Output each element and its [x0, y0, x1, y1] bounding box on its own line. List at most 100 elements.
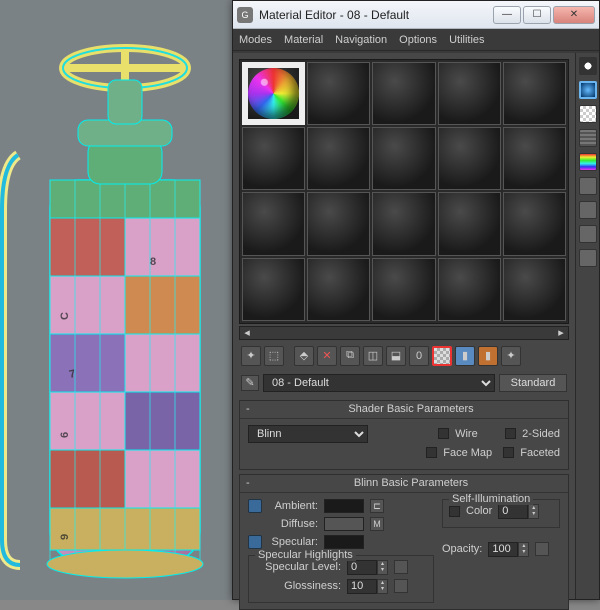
- put-to-library-button[interactable]: ⬓: [386, 346, 406, 366]
- material-toolbar: ✦ ⬚ ⬘ ✕ ⧉ ◫ ⬓ 0 ▮ ▮ ✦: [233, 340, 575, 372]
- specular-highlights-group: Specular Highlights Specular Level: ▴▾ G…: [248, 555, 434, 603]
- selfillum-color-label: Color: [466, 505, 492, 517]
- menu-navigation[interactable]: Navigation: [335, 34, 387, 46]
- sample-slot-12[interactable]: [307, 192, 370, 255]
- collapse-icon: -: [246, 477, 260, 489]
- twosided-checkbox[interactable]: [505, 428, 516, 439]
- sample-slot-20[interactable]: [503, 258, 566, 321]
- spec-level-spinner[interactable]: ▴▾: [347, 560, 388, 575]
- fire-extinguisher-model: 8 7 C 6 9: [0, 20, 240, 600]
- wire-label: Wire: [455, 428, 499, 440]
- selfillum-color-checkbox[interactable]: [449, 506, 460, 517]
- sample-slot-1[interactable]: [242, 62, 305, 125]
- sample-slot-11[interactable]: [242, 192, 305, 255]
- sample-slot-9[interactable]: [438, 127, 501, 190]
- make-copy-button[interactable]: ⧉: [340, 346, 360, 366]
- ambient-swatch[interactable]: [324, 499, 364, 513]
- ambient-label: Ambient:: [268, 500, 318, 512]
- titlebar[interactable]: G Material Editor - 08 - Default — ☐ ✕: [233, 1, 599, 29]
- ambient-lock-icon[interactable]: ⊏: [370, 499, 384, 513]
- sample-slot-4[interactable]: [438, 62, 501, 125]
- wire-checkbox[interactable]: [438, 428, 449, 439]
- sample-slot-18[interactable]: [372, 258, 435, 321]
- menu-utilities[interactable]: Utilities: [449, 34, 484, 46]
- sample-type-button[interactable]: [579, 57, 597, 75]
- slot-scrollbar[interactable]: ◂ ▸: [239, 326, 569, 340]
- sample-slot-8[interactable]: [372, 127, 435, 190]
- sample-slot-14[interactable]: [438, 192, 501, 255]
- background-button[interactable]: [579, 105, 597, 123]
- menu-modes[interactable]: Modes: [239, 34, 272, 46]
- shader-dropdown[interactable]: Blinn: [248, 425, 368, 443]
- gloss-spinner[interactable]: ▴▾: [347, 579, 388, 594]
- go-to-parent-button[interactable]: ▮: [478, 346, 498, 366]
- faceted-label: Faceted: [520, 447, 560, 459]
- reset-map-button[interactable]: ✕: [317, 346, 337, 366]
- close-button[interactable]: ✕: [553, 6, 595, 24]
- show-map-in-viewport-button[interactable]: [432, 346, 452, 366]
- facemap-checkbox[interactable]: [426, 447, 437, 458]
- sample-slot-10[interactable]: [503, 127, 566, 190]
- menu-options[interactable]: Options: [399, 34, 437, 46]
- sample-slot-6[interactable]: [242, 127, 305, 190]
- gloss-map-button[interactable]: [394, 579, 408, 593]
- material-name-dropdown[interactable]: 08 - Default: [263, 374, 495, 392]
- opacity-label: Opacity:: [442, 543, 482, 555]
- faceted-checkbox[interactable]: [503, 447, 514, 458]
- sample-slot-13[interactable]: [372, 192, 435, 255]
- sample-slot-3[interactable]: [372, 62, 435, 125]
- material-type-button[interactable]: Standard: [499, 374, 567, 392]
- scroll-right-icon[interactable]: ▸: [554, 326, 568, 339]
- sample-slot-5[interactable]: [503, 62, 566, 125]
- put-to-scene-button[interactable]: ⬚: [264, 346, 284, 366]
- material-map-navigator-button[interactable]: [579, 249, 597, 267]
- material-id-button[interactable]: 0: [409, 346, 429, 366]
- select-by-material-button[interactable]: [579, 225, 597, 243]
- svg-text:C: C: [59, 312, 71, 320]
- spec-level-map-button[interactable]: [394, 560, 408, 574]
- selfillum-spinner[interactable]: ▴▾: [498, 504, 539, 519]
- diffuse-swatch[interactable]: [324, 517, 364, 531]
- app-icon: G: [237, 7, 253, 23]
- scroll-left-icon[interactable]: ◂: [240, 326, 254, 339]
- sample-slot-7[interactable]: [307, 127, 370, 190]
- make-preview-button[interactable]: [579, 177, 597, 195]
- sample-slot-2[interactable]: [307, 62, 370, 125]
- shader-basic-rollup: - Shader Basic Parameters Blinn Wire 2-S…: [239, 400, 569, 470]
- options-button[interactable]: [579, 201, 597, 219]
- show-end-result-button[interactable]: ▮: [455, 346, 475, 366]
- backlight-button[interactable]: [579, 81, 597, 99]
- go-forward-button[interactable]: ✦: [501, 346, 521, 366]
- make-unique-button[interactable]: ◫: [363, 346, 383, 366]
- sample-uv-button[interactable]: [579, 129, 597, 147]
- specular-lock-button[interactable]: [248, 535, 262, 549]
- specular-swatch[interactable]: [324, 535, 364, 549]
- viewport-3d[interactable]: 8 7 C 6 9: [0, 0, 240, 600]
- rollup-header[interactable]: - Blinn Basic Parameters: [240, 475, 568, 493]
- opacity-map-button[interactable]: [535, 542, 549, 556]
- rollup-header[interactable]: - Shader Basic Parameters: [240, 401, 568, 419]
- opacity-spinner[interactable]: ▴▾: [488, 542, 529, 557]
- video-color-check-button[interactable]: [579, 153, 597, 171]
- sample-sidebar: [575, 53, 599, 599]
- minimize-button[interactable]: —: [493, 6, 521, 24]
- twosided-label: 2-Sided: [522, 428, 560, 440]
- diffuse-map-button[interactable]: M: [370, 517, 384, 531]
- pick-material-button[interactable]: ✎: [241, 375, 259, 391]
- blinn-basic-rollup: - Blinn Basic Parameters Ambient: ⊏: [239, 474, 569, 610]
- collapse-icon: -: [246, 403, 260, 415]
- maximize-button[interactable]: ☐: [523, 6, 551, 24]
- self-illumination-group: Self-Illumination Color ▴▾: [442, 499, 560, 528]
- menu-material[interactable]: Material: [284, 34, 323, 46]
- ambient-lock-button[interactable]: [248, 499, 262, 513]
- menu-bar: Modes Material Navigation Options Utilit…: [233, 29, 599, 51]
- sample-slot-15[interactable]: [503, 192, 566, 255]
- sample-slot-19[interactable]: [438, 258, 501, 321]
- svg-text:8: 8: [150, 256, 156, 268]
- window-title: Material Editor - 08 - Default: [259, 8, 491, 22]
- spec-level-label: Specular Level:: [255, 561, 341, 573]
- assign-to-selection-button[interactable]: ⬘: [294, 346, 314, 366]
- sample-slot-16[interactable]: [242, 258, 305, 321]
- get-material-button[interactable]: ✦: [241, 346, 261, 366]
- sample-slot-17[interactable]: [307, 258, 370, 321]
